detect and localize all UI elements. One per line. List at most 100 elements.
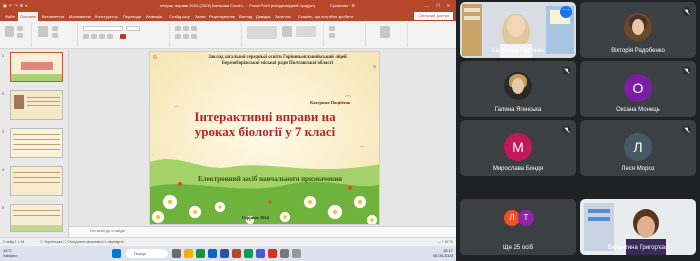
notes-pane[interactable]: Нотатки до слайда <box>69 226 456 237</box>
new-slide-icon[interactable] <box>38 26 48 37</box>
chrome-icon[interactable] <box>196 249 205 258</box>
cut-icon[interactable] <box>17 26 23 31</box>
meeting-panel: ⋯ Катерина Пасічник Вікторія Радобенко Г <box>456 0 700 261</box>
quick-access-toolbar[interactable]: ▣ ↶ ↷ ⊞ ▾ <box>3 0 28 11</box>
font-family-dropdown[interactable] <box>83 26 123 31</box>
tell-me-search[interactable]: Скажіть, що потрібно зробити <box>296 12 355 21</box>
participant-name: Мирослава Бондя <box>492 166 544 172</box>
thumb-number: 1 <box>2 53 5 58</box>
excel-icon[interactable] <box>244 249 253 258</box>
ribbon-tabs: Файл Основне Вставлення Малювання Констр… <box>0 11 456 21</box>
dictate-icon[interactable] <box>380 26 390 38</box>
arrange-icon[interactable] <box>282 26 292 37</box>
participant-tile[interactable]: Валентина Григор'єва <box>580 199 696 255</box>
status-info[interactable]: ☐ Українська ☐ Спеціальні можливості: пе… <box>40 240 124 244</box>
thumb-line <box>13 149 60 150</box>
numbering-icon[interactable] <box>183 26 189 31</box>
share-button[interactable]: Спільний доступ <box>414 12 453 20</box>
participant-tile[interactable]: ⋯ Катерина Пасічник <box>460 2 576 58</box>
taskbar-search[interactable]: Пошук <box>126 249 168 258</box>
tab-record[interactable]: Запис <box>193 12 208 21</box>
font-color-icon[interactable] <box>120 34 126 39</box>
edge-icon[interactable] <box>208 249 217 258</box>
participant-tile[interactable]: Вікторія Радобенко <box>580 2 696 58</box>
mic-off-icon <box>682 66 691 75</box>
slide-editor: Заклад загальної середньої освіти Горішн… <box>69 49 456 226</box>
reset-icon[interactable] <box>52 33 58 38</box>
ribbon <box>0 21 456 49</box>
task-view-icon[interactable] <box>172 249 181 258</box>
tab-insert[interactable]: Вставлення <box>40 12 66 21</box>
thumb-line <box>13 139 60 140</box>
zoom-control[interactable]: — + 87 % <box>437 240 453 244</box>
app-icon[interactable] <box>292 249 301 258</box>
participant-avatar: М <box>504 133 532 161</box>
file-explorer-icon[interactable] <box>184 249 193 258</box>
italic-icon[interactable] <box>91 34 97 39</box>
more-options-icon[interactable]: ⋯ <box>560 6 572 18</box>
tab-review[interactable]: Рецензування <box>207 12 237 21</box>
font-size-dropdown[interactable] <box>126 26 140 31</box>
taskbar: 18°C Хмарно Пошук 15:17 06.06.2024 <box>0 246 456 261</box>
participant-name: Катерина Пасічник <box>491 48 545 54</box>
user-account[interactable]: Суханова · ⚙ <box>330 0 355 11</box>
participant-avatar <box>624 13 652 41</box>
align-left-icon[interactable] <box>175 34 181 39</box>
mic-off-icon <box>562 66 571 75</box>
participant-tile[interactable]: М Мирослава Бондя <box>460 120 576 176</box>
tab-general[interactable]: Загалом <box>273 12 293 21</box>
tab-help[interactable]: Довідка <box>254 12 272 21</box>
find-icon[interactable] <box>329 26 335 31</box>
layout-icon[interactable] <box>52 26 58 31</box>
app-icon[interactable] <box>280 249 289 258</box>
document-title: Іntерак. вправи 2024 (2024) Батькова Сос… <box>160 3 316 8</box>
ribbon-group-slides <box>34 23 78 47</box>
bold-icon[interactable] <box>83 34 89 39</box>
powerpoint-icon[interactable] <box>232 249 241 258</box>
tab-draw[interactable]: Малювання <box>67 12 93 21</box>
strikethrough-icon[interactable] <box>107 34 113 39</box>
underline-icon[interactable] <box>99 34 105 39</box>
teams-icon[interactable] <box>256 249 265 258</box>
bullets-icon[interactable] <box>175 26 181 31</box>
window-controls[interactable]: — ❐ ✕ <box>425 0 453 11</box>
tab-file[interactable]: Файл <box>3 12 17 21</box>
tab-slideshow[interactable]: Слайд-шоу <box>167 12 192 21</box>
indent-icon[interactable] <box>191 26 197 31</box>
slide-thumbnail[interactable] <box>10 90 63 120</box>
system-clock[interactable]: 15:17 06.06.2024 <box>433 248 453 258</box>
thumb-line <box>13 144 60 145</box>
thumb-line <box>13 215 60 216</box>
thumb-photo <box>14 95 24 109</box>
align-center-icon[interactable] <box>183 34 189 39</box>
thumb-number: 2 <box>2 91 5 96</box>
shapes-gallery[interactable] <box>247 26 277 39</box>
word-icon[interactable] <box>220 249 229 258</box>
tab-animations[interactable]: Анімація <box>144 12 164 21</box>
copy-icon[interactable] <box>17 33 23 38</box>
slide-thumbnail[interactable] <box>10 128 63 158</box>
current-slide[interactable]: Заклад загальної середньої освіти Горішн… <box>149 51 380 225</box>
slide-thumbnail[interactable] <box>10 204 63 232</box>
participant-tile[interactable]: Л Леся Мороз <box>580 120 696 176</box>
slide-subtitle: Електронний засіб навчального призначенн… <box>197 175 343 183</box>
tab-design[interactable]: Конструктор <box>93 12 120 21</box>
app-icon[interactable] <box>268 249 277 258</box>
weather-widget[interactable]: 18°C Хмарно <box>3 248 17 258</box>
slide-thumbnails: 1 2 3 4 5 <box>0 49 69 237</box>
tab-home[interactable]: Основне <box>18 12 39 21</box>
slide-thumbnail[interactable] <box>10 52 63 82</box>
participant-tile[interactable]: Галина Ягенська <box>460 61 576 117</box>
thumb-line <box>13 210 60 211</box>
align-right-icon[interactable] <box>191 34 197 39</box>
screen: ▣ ↶ ↷ ⊞ ▾ Іntерак. вправи 2024 (2024) Ба… <box>0 0 700 261</box>
more-participants-tile[interactable]: Л Т Ще 25 осіб <box>460 199 576 255</box>
paste-icon[interactable] <box>5 26 14 37</box>
tab-transitions[interactable]: Переходи <box>121 12 143 21</box>
slide-thumbnail[interactable] <box>10 166 63 196</box>
participant-tile[interactable]: О Оксана Монець <box>580 61 696 117</box>
replace-icon[interactable] <box>329 33 335 38</box>
quick-styles-icon[interactable] <box>296 26 316 37</box>
start-icon[interactable] <box>112 249 121 258</box>
tab-view[interactable]: Вигляд <box>237 12 254 21</box>
